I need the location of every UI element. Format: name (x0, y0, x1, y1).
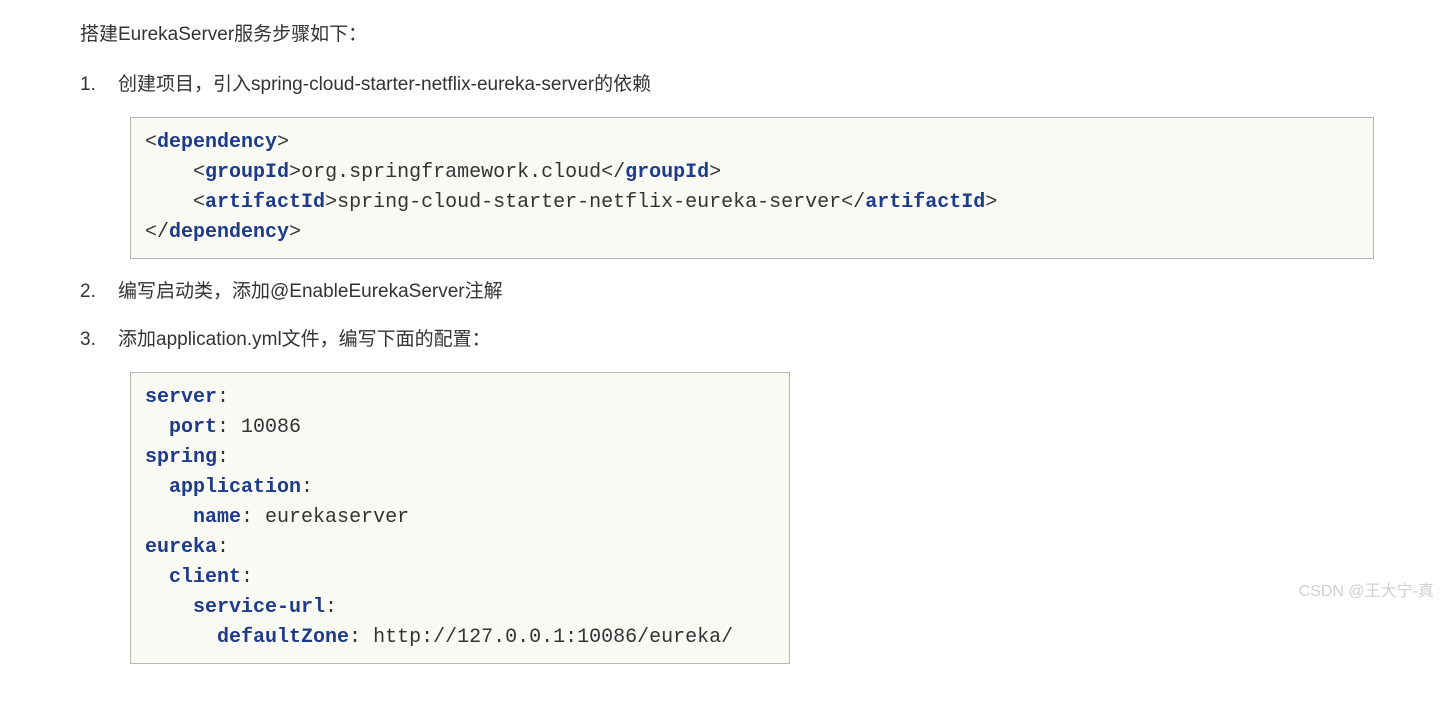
yaml-key: name (193, 506, 241, 529)
watermark: CSDN @王大宁-真 (1299, 579, 1434, 605)
yaml-key: port (169, 416, 217, 439)
step-1-header: 1. 创建项目，引入spring-cloud-starter-netflix-e… (80, 70, 1374, 100)
xml-code-block: <dependency> <groupId>org.springframewor… (130, 117, 1374, 259)
step-2: 2. 编写启动类，添加@EnableEurekaServer注解 (80, 277, 1374, 307)
yaml-key: eureka (145, 536, 217, 559)
yaml-value: eurekaserver (253, 506, 409, 529)
yaml-key: service-url (193, 596, 325, 619)
yaml-key: application (169, 476, 301, 499)
xml-tag: dependency (157, 131, 277, 154)
xml-tag: groupId (205, 161, 289, 184)
xml-value: spring-cloud-starter-netflix-eureka-serv… (337, 191, 841, 214)
xml-tag: dependency (169, 221, 289, 244)
yaml-value: http://127.0.0.1:10086/eureka/ (361, 626, 733, 649)
step-3-number: 3. (80, 325, 108, 355)
yaml-key: client (169, 566, 241, 589)
xml-tag: groupId (625, 161, 709, 184)
step-2-number: 2. (80, 277, 108, 307)
xml-tag: artifactId (865, 191, 985, 214)
yaml-value: 10086 (229, 416, 301, 439)
xml-value: org.springframework.cloud (301, 161, 601, 184)
step-3: 3. 添加application.yml文件，编写下面的配置： server: … (80, 325, 1374, 663)
yaml-key: spring (145, 446, 217, 469)
yaml-code-block: server: port: 10086 spring: application:… (130, 372, 790, 664)
step-2-text: 编写启动类，添加@EnableEurekaServer注解 (118, 277, 1374, 307)
step-3-text: 添加application.yml文件，编写下面的配置： (118, 325, 1374, 355)
yaml-key: server (145, 386, 217, 409)
step-1: 1. 创建项目，引入spring-cloud-starter-netflix-e… (80, 70, 1374, 258)
step-3-header: 3. 添加application.yml文件，编写下面的配置： (80, 325, 1374, 355)
step-2-header: 2. 编写启动类，添加@EnableEurekaServer注解 (80, 277, 1374, 307)
intro-text: 搭建EurekaServer服务步骤如下： (80, 20, 1374, 50)
yaml-key: defaultZone (217, 626, 349, 649)
step-1-text: 创建项目，引入spring-cloud-starter-netflix-eure… (118, 70, 1374, 100)
step-1-number: 1. (80, 70, 108, 100)
xml-tag: artifactId (205, 191, 325, 214)
